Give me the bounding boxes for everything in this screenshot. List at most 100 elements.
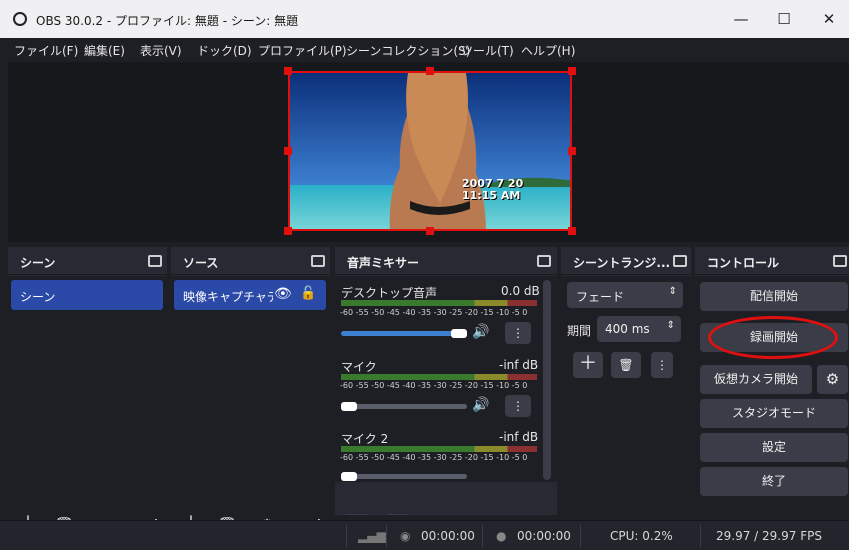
undock-icon[interactable] [148, 255, 162, 267]
divider [386, 525, 387, 547]
mixer-title: 音声ミキサー [347, 256, 420, 270]
sources-title: ソース [183, 256, 219, 270]
duration-value: 400 ms [605, 322, 650, 336]
add-transition-button[interactable]: ＋ [573, 352, 603, 378]
start-streaming-button[interactable]: 配信開始 [700, 282, 848, 311]
transition-type: フェード [576, 290, 625, 304]
controls-dock: コントロール 配信開始 録画開始 仮想カメラ開始 ⚙ スタジオモード 設定 終了 [695, 247, 849, 515]
lock-icon[interactable]: 🔓 [300, 286, 316, 301]
settings-button[interactable]: 設定 [700, 433, 848, 462]
minimize-button[interactable]: — [727, 6, 755, 32]
gear-icon[interactable]: ⚙ [343, 514, 371, 515]
volume-slider[interactable] [341, 331, 467, 336]
divider [482, 525, 483, 547]
menu-profile[interactable]: プロファイル(P) [258, 42, 347, 59]
mixer-body: デスクトップ音声 0.0 dB -60 -55 -50 -45 -40 -35 … [335, 276, 557, 515]
mixer-scrollbar[interactable] [543, 280, 551, 480]
fps-readout: 29.97 / 29.97 FPS [716, 529, 822, 543]
menu-bar: ファイル(F) 編集(E) 表示(V) ドック(D) プロファイル(P) シーン… [0, 38, 849, 62]
volume-meter [341, 446, 537, 452]
signal-icon: ▂▄▆ [358, 529, 386, 543]
title-bar: OBS 30.0.2 - プロファイル: 無題 - シーン: 無題 — ☐ ✕ [0, 0, 849, 38]
meter-ticks: -60 -55 -50 -45 -40 -35 -30 -25 -20 -15 … [340, 453, 528, 462]
volume-meter [341, 374, 537, 380]
resize-handle-b[interactable] [426, 227, 434, 235]
menu-file[interactable]: ファイル(F) [14, 42, 78, 59]
start-virtual-cam-button[interactable]: 仮想カメラ開始 [700, 365, 812, 394]
eye-icon[interactable]: 👁 [274, 286, 292, 302]
window-title: OBS 30.0.2 - プロファイル: 無題 - シーン: 無題 [36, 14, 299, 28]
channel-name: マイク [341, 360, 377, 374]
controls-dock-header: コントロール [695, 247, 849, 275]
sources-dock-header: ソース [171, 247, 330, 275]
close-button[interactable]: ✕ [815, 6, 843, 32]
sources-list: 映像キャプチャデ 👁 🔓 ＋ 🗑 ⚙ ⋮ [171, 276, 330, 534]
meter-ticks: -60 -55 -50 -45 -40 -35 -30 -25 -20 -15 … [340, 308, 528, 317]
menu-scene-collection[interactable]: シーンコレクション(S) [346, 42, 470, 59]
volume-slider[interactable] [341, 474, 467, 479]
volume-knob[interactable] [451, 329, 467, 338]
volume-meter [341, 300, 537, 306]
highlight-ellipse [708, 316, 838, 359]
scenes-list: シーン ＋ 🗑 ◧ ⋮ [8, 276, 167, 534]
transitions-dock-header: シーントランジ... [561, 247, 691, 275]
undock-icon[interactable] [833, 255, 847, 267]
chevron-updown-icon: ⇕ [666, 320, 675, 331]
volume-knob[interactable] [341, 472, 357, 481]
resize-handle-t[interactable] [426, 67, 434, 75]
resize-handle-bl[interactable] [284, 227, 292, 235]
source-item[interactable]: 映像キャプチャデ 👁 🔓 [174, 280, 326, 310]
more-icon[interactable]: ⋮ [651, 352, 673, 378]
audio-mixer-dock: 音声ミキサー デスクトップ音声 0.0 dB -60 -55 -50 -45 -… [335, 247, 557, 515]
scenes-dock-header: シーン [8, 247, 167, 275]
record-icon: ● [496, 529, 507, 543]
trash-icon[interactable]: 🗑 [611, 352, 641, 378]
stream-icon: ◉ [400, 529, 411, 543]
resize-handle-tl[interactable] [284, 67, 292, 75]
transitions-body: フェード ⇕ 期間 400 ms ⇕ ＋ 🗑 ⋮ [561, 276, 691, 515]
speaker-icon[interactable]: 🔊 [472, 324, 489, 340]
chevron-updown-icon: ⇕ [668, 286, 677, 297]
volume-knob[interactable] [341, 402, 357, 411]
exit-button[interactable]: 終了 [700, 467, 848, 496]
controls-body: 配信開始 録画開始 仮想カメラ開始 ⚙ スタジオモード 設定 終了 [695, 276, 849, 515]
status-bar: ▂▄▆ ◉ 00:00:00 ● 00:00:00 CPU: 0.2% 29.9… [0, 520, 849, 550]
menu-tools[interactable]: ツール(T) [461, 42, 514, 59]
menu-view[interactable]: 表示(V) [140, 42, 182, 59]
virtual-cam-settings-gear-icon[interactable]: ⚙ [817, 365, 848, 394]
studio-mode-button[interactable]: スタジオモード [700, 399, 848, 428]
duration-spinbox[interactable]: 400 ms ⇕ [597, 316, 681, 342]
menu-dock[interactable]: ドック(D) [197, 42, 252, 59]
undock-icon[interactable] [311, 255, 325, 267]
more-icon[interactable]: ⋮ [385, 514, 411, 515]
controls-title: コントロール [707, 256, 780, 270]
cpu-usage: CPU: 0.2% [610, 529, 673, 543]
menu-edit[interactable]: 編集(E) [84, 42, 125, 59]
more-icon[interactable]: ⋮ [505, 395, 531, 417]
transitions-dock: シーントランジ... フェード ⇕ 期間 400 ms ⇕ ＋ 🗑 ⋮ [561, 247, 691, 515]
undock-icon[interactable] [673, 255, 687, 267]
more-icon[interactable]: ⋮ [505, 322, 531, 344]
resize-handle-l[interactable] [284, 147, 292, 155]
duration-label: 期間 [567, 324, 592, 338]
resize-handle-tr[interactable] [568, 67, 576, 75]
maximize-button[interactable]: ☐ [770, 6, 798, 32]
sources-dock: ソース 映像キャプチャデ 👁 🔓 ＋ 🗑 ⚙ ⋮ [171, 247, 330, 534]
resize-handle-br[interactable] [568, 227, 576, 235]
preview-source[interactable]: 2007 7 20 11:15 AM [288, 71, 572, 231]
volume-slider[interactable] [341, 404, 467, 409]
mixer-dock-header: 音声ミキサー [335, 247, 557, 275]
video-frame [290, 73, 570, 229]
divider [580, 525, 581, 547]
mixer-toolbar [335, 482, 557, 515]
channel-level: -inf dB [499, 358, 539, 372]
undock-icon[interactable] [537, 255, 551, 267]
channel-level: -inf dB [499, 430, 539, 444]
divider [346, 525, 347, 547]
meter-ticks: -60 -55 -50 -45 -40 -35 -30 -25 -20 -15 … [340, 381, 528, 390]
transition-select[interactable]: フェード ⇕ [567, 282, 683, 308]
speaker-icon[interactable]: 🔊 [472, 397, 489, 413]
menu-help[interactable]: ヘルプ(H) [521, 42, 575, 59]
resize-handle-r[interactable] [568, 147, 576, 155]
scene-item[interactable]: シーン [11, 280, 163, 310]
